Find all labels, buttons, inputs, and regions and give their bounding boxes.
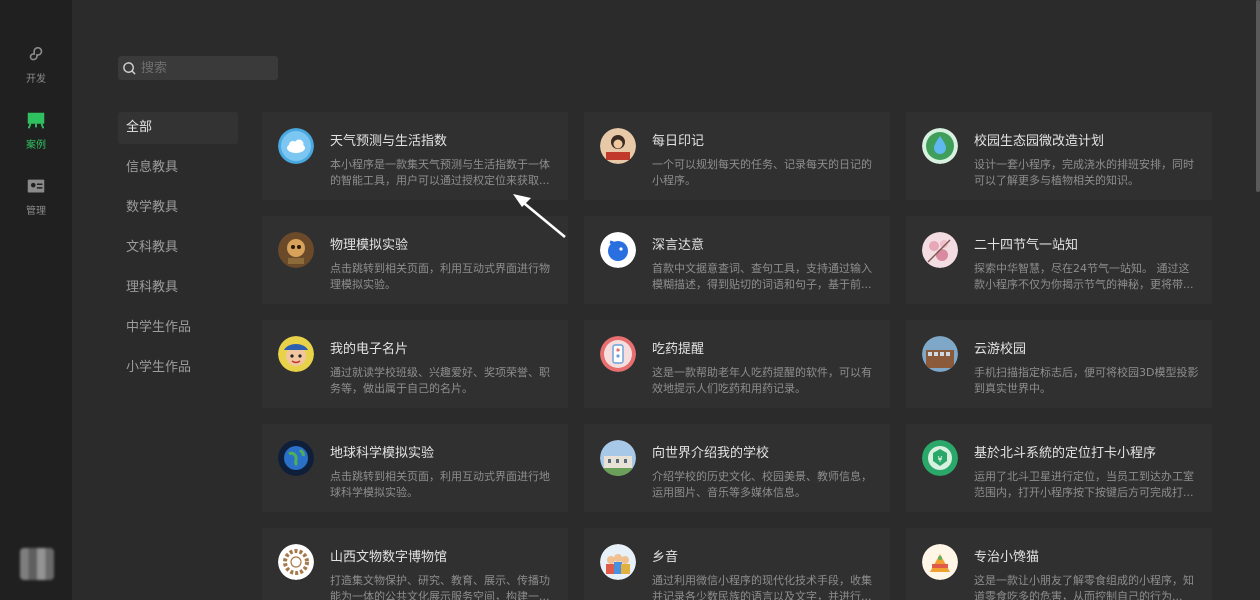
card-title: 专治小馋猫 (974, 550, 1040, 565)
card-cloud-campus[interactable]: 云游校园 手机扫描指定标志后，便可将校园3D模型投影到真实世界中。 (906, 320, 1212, 408)
category-liberal-arts-tools[interactable]: 文科教具 (118, 232, 238, 264)
category-math-tools[interactable]: 数学教具 (118, 192, 238, 224)
snack-logo-icon (922, 544, 958, 580)
card-title: 云游校园 (974, 342, 1027, 357)
card-title: 物理模拟实验 (330, 238, 409, 253)
bird-logo-icon (600, 232, 636, 268)
card-desc: 手机扫描指定标志后，便可将校园3D模型投影到真实世界中。 (974, 366, 1199, 395)
scrollbar-thumb[interactable] (1256, 0, 1260, 192)
card-desc: 这是一款让小朋友了解零食组成的小程序，知道零食吃多的危害，从而控制自己的行为..… (974, 574, 1194, 600)
card-desc: 打造集文物保护、研究、教育、展示、传播功能为一体的公共文化展示服务空间，构建一.… (330, 574, 550, 600)
app-window: 开发 案例 管理 全部 信息教具 数学教具 (0, 0, 1260, 600)
search-input[interactable] (141, 60, 271, 76)
card-medicine-reminder[interactable]: 吃药提醒 这是一款帮助老年人吃药提醒的软件，可以有效地提示人们吃药和用药记录。 (584, 320, 890, 408)
category-primary-school-works[interactable]: 小学生作品 (118, 352, 238, 384)
card-snack-cat[interactable]: 专治小馋猫 这是一款让小朋友了解零食组成的小程序，知道零食吃多的危害，从而控制自… (906, 528, 1212, 600)
card-title: 天气预测与生活指数 (330, 134, 448, 149)
card-desc: 首款中文据意查词、查句工具，支持通过输入模糊描述，得到贴切的词语和句子，基于前.… (652, 262, 872, 291)
card-title: 地球科学模拟实验 (330, 446, 435, 461)
card-desc: 探索中华智慧，尽在24节气一站知。 通过这款小程序不仅为你揭示节气的神秘，更将带… (974, 262, 1194, 291)
card-solar-terms[interactable]: 二十四节气一站知 探索中华智慧，尽在24节气一站知。 通过这款小程序不仅为你揭示… (906, 216, 1212, 304)
card-desc: 设计一套小程序，完成浇水的排班安排，同时可以了解更多与植物相关的知识。 (974, 158, 1194, 187)
cloud-logo-icon (278, 128, 314, 164)
scrollbar-track[interactable] (1254, 0, 1260, 600)
rail-item-manage[interactable]: 管理 (0, 176, 72, 228)
svg-text:¥: ¥ (937, 455, 942, 464)
card-desc: 通过利用微信小程序的现代化技术手段，收集并记录各少数民族的语言以及文字，并进行.… (652, 574, 872, 600)
card-campus-eco[interactable]: 校园生态园微改造计划 设计一套小程序，完成浇水的排班安排，同时可以了解更多与植物… (906, 112, 1212, 200)
search-box (118, 56, 278, 80)
rail-label-develop: 开发 (26, 74, 46, 85)
showcase-icon (27, 112, 45, 129)
girl-reading-logo-icon (600, 128, 636, 164)
rail-label-manage: 管理 (26, 206, 46, 217)
card-title: 校园生态园微改造计划 (974, 134, 1105, 149)
rail-item-showcase[interactable]: 案例 (0, 110, 72, 162)
card-title: 我的电子名片 (330, 342, 409, 357)
category-list: 全部 信息教具 数学教具 文科教具 理科教具 中学生作品 小学生作品 (118, 112, 238, 392)
card-business-card[interactable]: 我的电子名片 通过就读学校班级、兴趣爱好、奖项荣誉、职务等，做出属于自己的名片。 (262, 320, 568, 408)
ring-logo-icon (278, 544, 314, 580)
card-title: 向世界介绍我的学校 (652, 446, 770, 461)
card-title: 乡音 (652, 550, 679, 565)
card-xiangyin[interactable]: 乡音 通过利用微信小程序的现代化技术手段，收集并记录各少数民族的语言以及文字，并… (584, 528, 890, 600)
card-title: 吃药提醒 (652, 342, 705, 357)
card-desc: 点击跳转到相关页面，利用互动式界面进行地球科学模拟实验。 (330, 470, 550, 499)
card-desc: 本小程序是一款集天气预测与生活指数于一体的智能工具，用户可以通过授权定位来获取.… (330, 158, 550, 187)
card-earth-science[interactable]: 地球科学模拟实验 点击跳转到相关页面，利用互动式界面进行地球科学模拟实验。 (262, 424, 568, 512)
cartoon-face-logo-icon (278, 336, 314, 372)
card-title: 每日印记 (652, 134, 705, 149)
card-title: 山西文物数字博物馆 (330, 550, 448, 565)
card-shanxi-museum[interactable]: 山西文物数字博物馆 打造集文物保护、研究、教育、展示、传播功能为一体的公共文化展… (262, 528, 568, 600)
category-info-tools[interactable]: 信息教具 (118, 152, 238, 184)
building-logo-icon (922, 336, 958, 372)
card-title: 深言达意 (652, 238, 705, 253)
card-beidou-checkin[interactable]: ¥ 基於北斗系統的定位打卡小程序 运用了北斗卫星进行定位，当员工到达办工室范围内… (906, 424, 1212, 512)
card-shenyan[interactable]: 深言达意 首款中文据意查词、查句工具，支持通过输入模糊描述，得到贴切的词语和句子… (584, 216, 890, 304)
category-middle-school-works[interactable]: 中学生作品 (118, 312, 238, 344)
card-introduce-school[interactable]: 向世界介绍我的学校 介绍学校的历史文化、校园美景、教师信息，运用图片、音乐等多媒… (584, 424, 890, 512)
card-title: 基於北斗系統的定位打卡小程序 (974, 446, 1157, 461)
badge-logo-icon: ¥ (922, 440, 958, 476)
user-avatar[interactable] (20, 548, 54, 580)
card-title: 二十四节气一站知 (974, 238, 1079, 253)
category-all[interactable]: 全部 (118, 112, 238, 144)
card-desc: 通过就读学校班级、兴趣爱好、奖项荣誉、职务等，做出属于自己的名片。 (330, 366, 550, 395)
category-science-tools[interactable]: 理科教具 (118, 272, 238, 304)
card-physics-sim[interactable]: 物理模拟实验 点击跳转到相关页面，利用互动式界面进行物理模拟实验。 (262, 216, 568, 304)
card-daily-imprint[interactable]: 每日印记 一个可以规划每天的任务、记录每天的日记的小程序。 (584, 112, 890, 200)
miniprogram-icon (29, 46, 43, 61)
card-desc: 一个可以规划每天的任务、记录每天的日记的小程序。 (652, 158, 872, 187)
robot-logo-icon (278, 232, 314, 268)
school-logo-icon (600, 440, 636, 476)
water-drop-logo-icon (922, 128, 958, 164)
card-desc: 这是一款帮助老年人吃药提醒的软件，可以有效地提示人们吃药和用药记录。 (652, 366, 872, 395)
blossom-logo-icon (922, 232, 958, 268)
manage-icon (27, 179, 45, 193)
people-logo-icon (600, 544, 636, 580)
rail-label-showcase: 案例 (26, 140, 46, 151)
globe-logo-icon (278, 440, 314, 476)
card-desc: 运用了北斗卫星进行定位，当员工到达办工室范围内，打开小程序按下按键后方可完成打.… (974, 470, 1194, 499)
card-desc: 点击跳转到相关页面，利用互动式界面进行物理模拟实验。 (330, 262, 550, 291)
left-nav-rail: 开发 案例 管理 (0, 0, 72, 600)
rail-item-develop[interactable]: 开发 (0, 44, 72, 96)
search-icon (123, 61, 136, 75)
card-weather[interactable]: 天气预测与生活指数 本小程序是一款集天气预测与生活指数于一体的智能工具，用户可以… (262, 112, 568, 200)
card-desc: 介绍学校的历史文化、校园美景、教师信息，运用图片、音乐等多媒体信息。 (652, 470, 872, 499)
pill-logo-icon (600, 336, 636, 372)
